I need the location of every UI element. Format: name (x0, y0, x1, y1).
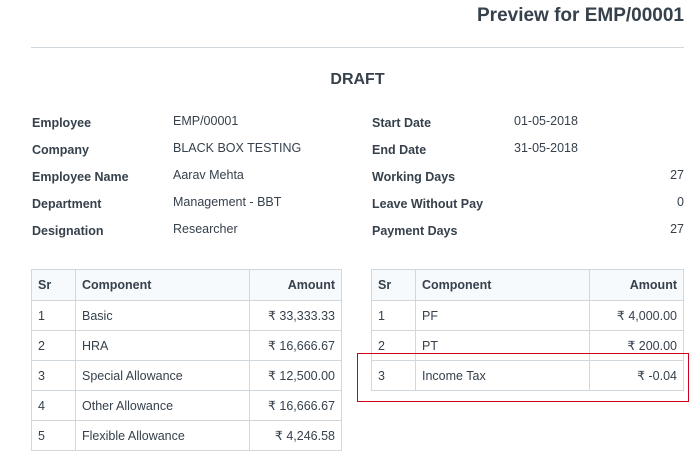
cell-sr: 1 (371, 300, 416, 331)
column-header-amount: Amount (589, 269, 684, 301)
title-divider (31, 47, 684, 48)
info-label: Employee (32, 116, 92, 130)
period-info: Start Date 01-05-2018 End Date 31-05-201… (372, 114, 684, 251)
info-value: Researcher (173, 222, 238, 236)
info-row-start-date: Start Date 01-05-2018 (372, 114, 684, 143)
table-header-row: Sr Component Amount (371, 269, 684, 301)
info-value: Aarav Mehta (173, 168, 244, 182)
info-label: Department (32, 197, 102, 211)
info-row-end-date: End Date 31-05-2018 (372, 141, 684, 170)
info-value: 31-05-2018 (514, 141, 578, 155)
info-value: Management - BBT (173, 195, 282, 209)
info-label: Working Days (372, 170, 456, 184)
info-row-employee: Employee EMP/00001 (32, 114, 352, 143)
cell-sr: 2 (31, 330, 76, 361)
column-header-component: Component (75, 269, 250, 301)
info-value: 0 (677, 195, 684, 209)
info-label: Company (32, 143, 89, 157)
info-row-department: Department Management - BBT (32, 195, 352, 224)
info-row-designation: Designation Researcher (32, 222, 352, 251)
cell-sr: 1 (31, 300, 76, 331)
cell-component: PF (415, 300, 590, 331)
info-label: Start Date (372, 116, 432, 130)
cell-component: Other Allowance (75, 390, 250, 421)
column-header-component: Component (415, 269, 590, 301)
info-label: Employee Name (32, 170, 129, 184)
earnings-table: Sr Component Amount 1 Basic ₹ 33,333.33 … (31, 269, 342, 451)
cell-amount: ₹ 4,000.00 (589, 300, 684, 331)
info-label: Designation (32, 224, 104, 238)
page-title: Preview for EMP/00001 (477, 5, 684, 26)
info-value: EMP/00001 (173, 114, 239, 128)
info-label: Leave Without Pay (372, 197, 484, 211)
info-label: End Date (372, 143, 427, 157)
highlight-annotation-box (357, 353, 689, 402)
table-row: 3 Special Allowance ₹ 12,500.00 (31, 360, 342, 391)
cell-amount: ₹ 16,666.67 (249, 390, 342, 421)
cell-component: Basic (75, 300, 250, 331)
column-header-sr: Sr (31, 269, 76, 301)
info-row-working-days: Working Days 27 (372, 168, 684, 197)
table-row: 2 HRA ₹ 16,666.67 (31, 330, 342, 361)
info-label: Payment Days (372, 224, 458, 238)
info-value: 27 (670, 222, 684, 236)
status-label: DRAFT (330, 71, 385, 88)
table-row: 4 Other Allowance ₹ 16,666.67 (31, 390, 342, 421)
info-value: 01-05-2018 (514, 114, 578, 128)
table-header-row: Sr Component Amount (31, 269, 342, 301)
cell-sr: 4 (31, 390, 76, 421)
cell-amount: ₹ 16,666.67 (249, 330, 342, 361)
employee-info: Employee EMP/00001 Company BLACK BOX TES… (32, 114, 352, 251)
cell-component: HRA (75, 330, 250, 361)
cell-amount: ₹ 4,246.58 (249, 420, 342, 451)
cell-sr: 5 (31, 420, 76, 451)
info-value: BLACK BOX TESTING (173, 141, 302, 155)
table-row: 1 PF ₹ 4,000.00 (371, 300, 684, 331)
cell-amount: ₹ 12,500.00 (249, 360, 342, 391)
cell-amount: ₹ 33,333.33 (249, 300, 342, 331)
cell-component: Special Allowance (75, 360, 250, 391)
table-row: 1 Basic ₹ 33,333.33 (31, 300, 342, 331)
info-value: 27 (670, 168, 684, 182)
info-row-payment-days: Payment Days 27 (372, 222, 684, 251)
column-header-amount: Amount (249, 269, 342, 301)
info-row-employee-name: Employee Name Aarav Mehta (32, 168, 352, 197)
cell-sr: 3 (31, 360, 76, 391)
table-row: 5 Flexible Allowance ₹ 4,246.58 (31, 420, 342, 451)
info-row-company: Company BLACK BOX TESTING (32, 141, 352, 170)
column-header-sr: Sr (371, 269, 416, 301)
cell-component: Flexible Allowance (75, 420, 250, 451)
info-row-leave-without-pay: Leave Without Pay 0 (372, 195, 684, 224)
